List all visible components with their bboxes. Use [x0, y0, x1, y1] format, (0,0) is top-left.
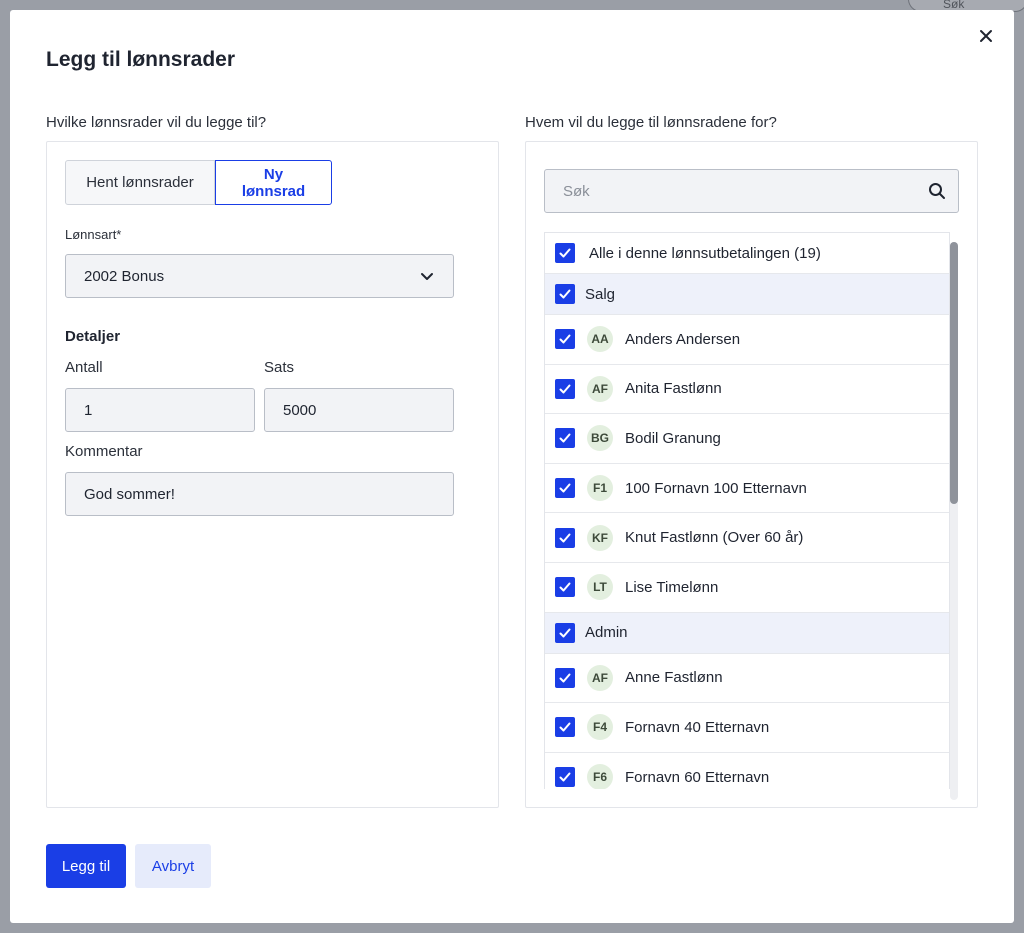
- avatar: AF: [587, 664, 613, 691]
- group-label: Salg: [585, 285, 616, 303]
- checkmark-icon: [559, 483, 571, 493]
- group-row-admin[interactable]: Admin: [545, 612, 949, 654]
- employee-row[interactable]: AF Anne Fastlønn: [545, 653, 949, 704]
- employee-checkbox[interactable]: [555, 378, 575, 399]
- employee-name: Anders Andersen: [625, 330, 741, 348]
- close-icon: [980, 30, 992, 42]
- lonnsart-label: Lønnsart*: [65, 227, 122, 242]
- employee-row[interactable]: LT Lise Timelønn: [545, 562, 949, 613]
- employee-checkbox[interactable]: [555, 428, 575, 449]
- tab-fetch-rows[interactable]: Hent lønnsrader: [65, 160, 215, 205]
- checkmark-icon: [559, 673, 571, 683]
- add-salary-rows-dialog: Legg til lønnsrader Hvilke lønnsrader vi…: [10, 10, 1014, 923]
- employee-name: Anne Fastlønn: [625, 669, 723, 687]
- employee-name: Fornavn 60 Etternavn: [625, 768, 770, 786]
- checkmark-icon: [559, 248, 571, 258]
- employee-row[interactable]: BG Bodil Granung: [545, 414, 949, 464]
- employee-list: Alle i denne lønnsutbetalingen (19) Salg…: [544, 232, 950, 789]
- add-button[interactable]: Legg til: [46, 844, 126, 888]
- employee-row[interactable]: F6 Fornavn 60 Etternavn: [545, 752, 949, 789]
- select-all-label: Alle i denne lønnsutbetalingen (19): [589, 244, 821, 262]
- avatar: F1: [587, 475, 613, 502]
- employee-checkbox[interactable]: [555, 667, 575, 688]
- employee-row[interactable]: F4 Fornavn 40 Etternavn: [545, 703, 949, 753]
- avatar: F6: [587, 764, 613, 789]
- group-checkbox[interactable]: [555, 284, 575, 304]
- select-all-checkbox[interactable]: [555, 243, 575, 263]
- employee-checkbox[interactable]: [555, 478, 575, 499]
- select-all-row[interactable]: Alle i denne lønnsutbetalingen (19): [545, 233, 949, 274]
- avatar: AA: [587, 326, 613, 353]
- checkmark-icon: [559, 334, 571, 344]
- recipients-panel: Alle i denne lønnsutbetalingen (19) Salg…: [525, 141, 978, 808]
- lonnsart-select[interactable]: 2002 Bonus: [65, 254, 454, 298]
- checkmark-icon: [559, 289, 571, 299]
- sats-input[interactable]: [264, 388, 454, 432]
- group-checkbox[interactable]: [555, 622, 575, 643]
- tab-new-row[interactable]: Ny lønnsrad: [215, 160, 332, 205]
- cancel-button[interactable]: Avbryt: [135, 844, 211, 888]
- employee-checkbox[interactable]: [555, 577, 575, 598]
- employee-checkbox[interactable]: [555, 717, 575, 738]
- employee-row[interactable]: KF Knut Fastlønn (Over 60 år): [545, 513, 949, 563]
- mode-tabs: Hent lønnsrader Ny lønnsrad: [65, 160, 332, 205]
- employee-name: Fornavn 40 Etternavn: [625, 718, 770, 736]
- employee-row[interactable]: F1 100 Fornavn 100 Etternavn: [545, 463, 949, 514]
- avatar: F4: [587, 714, 613, 741]
- salary-row-panel: Hent lønnsrader Ny lønnsrad Lønnsart* 20…: [46, 141, 499, 808]
- checkmark-icon: [559, 722, 571, 732]
- checkmark-icon: [559, 384, 571, 394]
- checkmark-icon: [559, 772, 571, 782]
- employee-checkbox[interactable]: [555, 527, 575, 548]
- chevron-down-icon: [421, 273, 433, 280]
- avatar: AF: [587, 375, 613, 402]
- employee-checkbox[interactable]: [555, 329, 575, 350]
- sats-label: Sats: [264, 359, 295, 376]
- checkmark-icon: [559, 582, 571, 592]
- employee-row[interactable]: AF Anita Fastlønn: [545, 364, 949, 415]
- checkmark-icon: [559, 433, 571, 443]
- scrollbar-thumb[interactable]: [950, 242, 958, 504]
- avatar: KF: [587, 524, 613, 551]
- checkmark-icon: [559, 628, 571, 638]
- right-column-label: Hvem vil du legge til lønnsradene for?: [525, 114, 777, 131]
- left-column-label: Hvilke lønnsrader vil du legge til?: [46, 114, 267, 131]
- details-heading: Detaljer: [65, 328, 121, 345]
- employee-name: Anita Fastlønn: [625, 380, 722, 398]
- employee-row[interactable]: AA Anders Andersen: [545, 315, 949, 365]
- avatar: LT: [587, 574, 613, 601]
- avatar: BG: [587, 425, 613, 452]
- checkmark-icon: [559, 533, 571, 543]
- kommentar-input[interactable]: [65, 472, 454, 516]
- search-input[interactable]: [545, 170, 958, 212]
- employee-name: Knut Fastlønn (Over 60 år): [625, 529, 804, 547]
- group-row-salg[interactable]: Salg: [545, 274, 949, 315]
- lonnsart-value: 2002 Bonus: [84, 267, 165, 285]
- kommentar-label: Kommentar: [65, 443, 143, 460]
- close-button[interactable]: [976, 26, 996, 46]
- employee-checkbox[interactable]: [555, 767, 575, 788]
- list-scrollbar[interactable]: [950, 242, 958, 800]
- employee-name: Lise Timelønn: [625, 578, 719, 596]
- employee-name: 100 Fornavn 100 Etternavn: [625, 479, 807, 497]
- antall-input[interactable]: [65, 388, 255, 432]
- dialog-title: Legg til lønnsrader: [46, 48, 236, 71]
- search-icon: [929, 183, 945, 199]
- group-label: Admin: [585, 624, 628, 642]
- antall-label: Antall: [65, 359, 103, 376]
- employee-search: [544, 169, 959, 213]
- employee-name: Bodil Granung: [625, 429, 721, 447]
